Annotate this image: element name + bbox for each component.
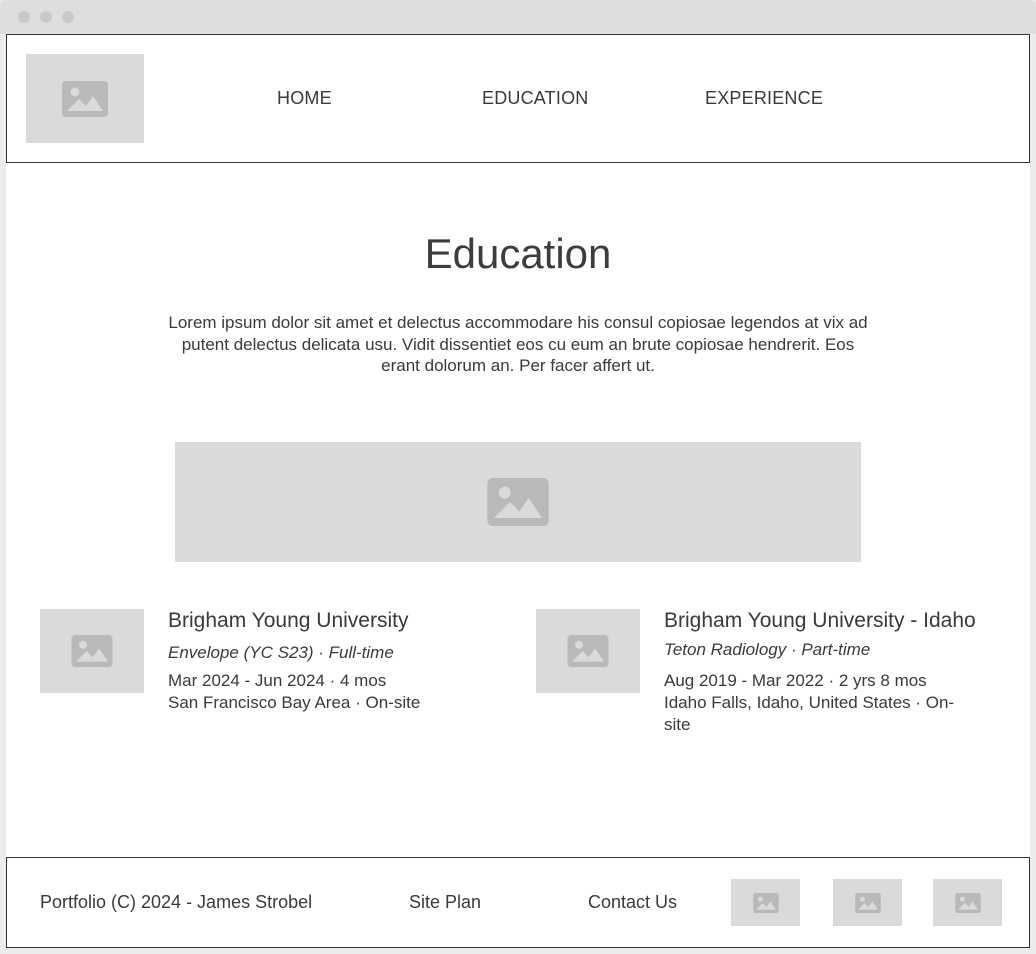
date-range: Mar 2024 - Jun 2024 · 4 mos	[168, 671, 387, 690]
location: Idaho Falls, Idaho, United States · On-s…	[664, 693, 955, 734]
image-placeholder-icon	[854, 892, 881, 913]
school-logo	[40, 609, 144, 693]
contact-us-link[interactable]: Contact Us	[588, 892, 677, 913]
site-plan-link[interactable]: Site Plan	[409, 892, 481, 913]
page: HOME EDUCATION EXPERIENCE Education Lore…	[6, 34, 1030, 948]
social-link-2[interactable]	[833, 879, 902, 926]
window-maximize-dot[interactable]	[62, 11, 74, 23]
social-link-1[interactable]	[731, 879, 800, 926]
site-footer: Portfolio (C) 2024 - James Strobel Site …	[6, 857, 1030, 948]
location: San Francisco Bay Area · On-site	[168, 693, 421, 712]
school-name: Brigham Young University	[168, 609, 409, 632]
nav-education[interactable]: EDUCATION	[482, 88, 588, 109]
image-placeholder-icon	[752, 892, 779, 913]
window-close-dot[interactable]	[18, 11, 30, 23]
role-title: Envelope (YC S23) · Full-time	[168, 643, 394, 662]
image-placeholder-icon	[62, 80, 108, 117]
page-title: Education	[424, 230, 612, 277]
hero-image	[175, 442, 861, 562]
nav-experience[interactable]: EXPERIENCE	[705, 88, 823, 109]
image-placeholder-icon	[567, 635, 609, 667]
logo-image[interactable]	[26, 54, 144, 143]
social-link-3[interactable]	[933, 879, 1002, 926]
school-logo	[536, 609, 640, 693]
intro-paragraph: Lorem ipsum dolor sit amet et delectus a…	[168, 313, 868, 375]
nav-home[interactable]: HOME	[277, 88, 332, 109]
image-placeholder-icon	[71, 635, 113, 667]
window-titlebar	[0, 0, 1036, 34]
window-minimize-dot[interactable]	[40, 11, 52, 23]
role-title: Teton Radiology · Part-time	[664, 640, 871, 659]
image-placeholder-icon	[954, 892, 981, 913]
school-name: Brigham Young University - Idaho	[664, 609, 976, 632]
copyright-text: Portfolio (C) 2024 - James Strobel	[40, 892, 313, 912]
image-placeholder-icon	[487, 478, 549, 526]
date-range: Aug 2019 - Mar 2022 · 2 yrs 8 mos	[664, 671, 927, 690]
site-header: HOME EDUCATION EXPERIENCE	[6, 34, 1030, 163]
